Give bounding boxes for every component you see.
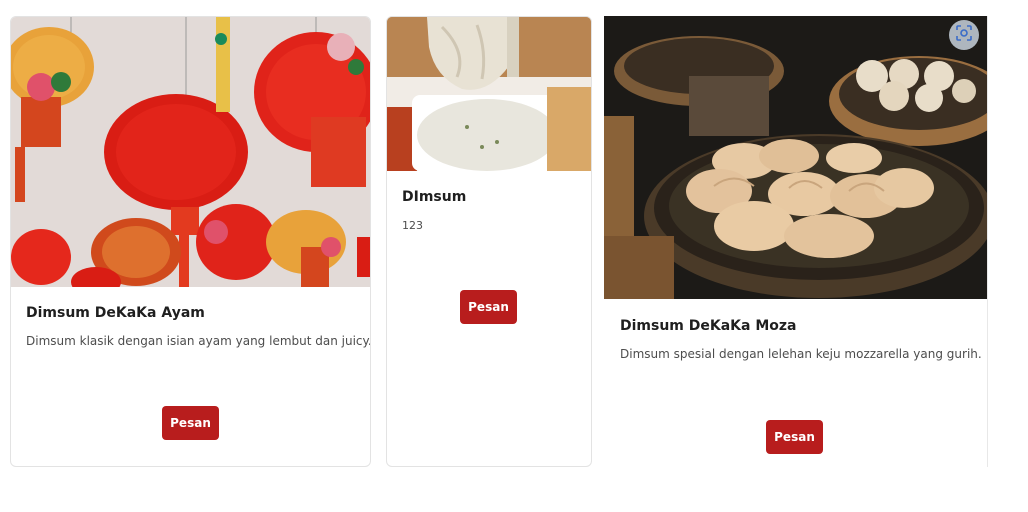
order-button[interactable]: Pesan [766,420,823,454]
order-button[interactable]: Pesan [162,406,219,440]
product-description: Dimsum spesial dengan lelehan keju mozza… [620,347,982,361]
product-image-dumpling-dip [387,17,591,171]
product-card-dimsum: DImsum 123 Pesan [386,16,592,467]
product-image-steamer [604,16,987,299]
product-card-ayam: Dimsum DeKaKa Ayam Dimsum klasik dengan … [10,16,371,467]
product-title: Dimsum DeKaKa Moza [620,318,797,334]
product-card-moza: Dimsum DeKaKa Moza Dimsum spesial dengan… [604,16,988,467]
visual-search-button[interactable] [949,20,979,50]
order-button[interactable]: Pesan [460,290,517,324]
product-title: DImsum [402,189,467,205]
product-description: Dimsum klasik dengan isian ayam yang lem… [26,334,371,348]
visual-search-icon [955,24,973,46]
product-description: 123 [402,219,423,232]
product-title: Dimsum DeKaKa Ayam [26,305,205,321]
product-image-lanterns [11,17,370,287]
